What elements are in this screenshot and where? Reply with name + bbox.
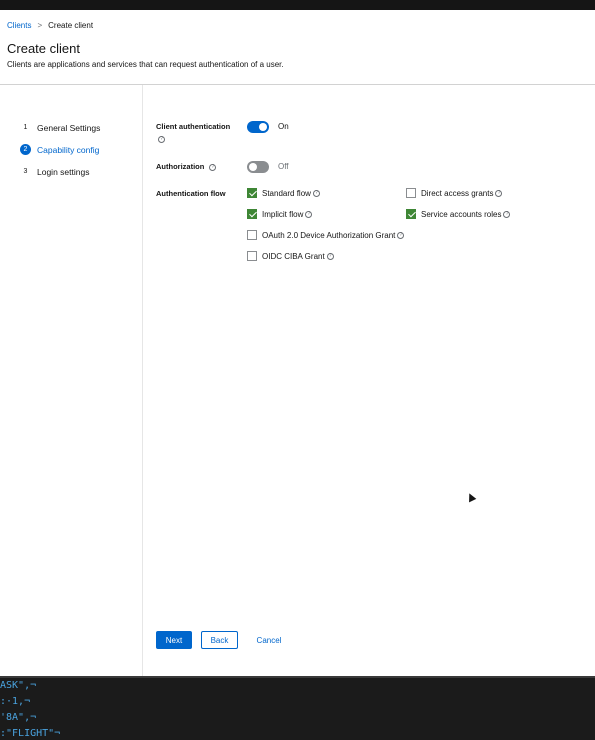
checkbox-label: Direct access grants <box>421 188 494 198</box>
checkbox-label: OIDC CIBA Grant <box>262 251 325 261</box>
authorization-label: Authorization ? <box>156 162 217 171</box>
client-auth-toggle[interactable] <box>247 121 269 133</box>
step-number: 3 <box>23 168 28 175</box>
page-subtitle: Clients are applications and services th… <box>7 60 284 69</box>
terminal-line: :·1,¬ <box>0 696 31 707</box>
oidc-ciba-grant-checkbox[interactable]: OIDC CIBA Grant ? <box>247 251 334 261</box>
step-label: General Settings <box>37 122 101 133</box>
direct-access-grants-checkbox[interactable]: Direct access grants ? <box>406 188 503 198</box>
terminal-panel: ASK",¬ :·1,¬ '8A",¬ :"FLIGHT"¬ <box>0 676 595 740</box>
checkbox-box <box>406 188 416 198</box>
chevron-right-icon: > <box>37 21 43 30</box>
page-title: Create client <box>7 41 80 56</box>
help-icon[interactable]: ? <box>503 210 511 218</box>
help-icon[interactable]: ? <box>326 252 334 260</box>
wizard-step-general-settings[interactable]: 1 General Settings <box>20 122 101 133</box>
check-icon <box>406 209 416 219</box>
check-icon <box>247 188 257 198</box>
step-label: Login settings <box>37 166 90 177</box>
terminal-line: ASK",¬ <box>0 680 37 691</box>
app-window: Clients > Create client Create client Cl… <box>0 10 595 676</box>
client-auth-state: On <box>278 122 289 131</box>
client-auth-label: Client authentication <box>156 122 231 131</box>
help-icon[interactable]: ? <box>209 163 217 171</box>
checkbox-label: Implicit flow <box>262 209 304 219</box>
back-button[interactable]: Back <box>201 631 238 649</box>
help-icon[interactable]: ? <box>158 136 165 143</box>
breadcrumb-clients-link[interactable]: Clients <box>7 21 31 30</box>
next-button[interactable]: Next <box>156 631 192 649</box>
oauth-device-grant-checkbox[interactable]: OAuth 2.0 Device Authorization Grant ? <box>247 230 405 240</box>
standard-flow-checkbox[interactable]: Standard flow ? <box>247 188 320 198</box>
wizard-nav: 1 General Settings 2 Capability config 3… <box>0 85 143 676</box>
checkbox-label: Standard flow <box>262 188 311 198</box>
toggle-knob <box>259 123 267 131</box>
cancel-button[interactable]: Cancel <box>250 631 288 649</box>
page-header: Clients > Create client Create client Cl… <box>0 10 595 85</box>
authorization-label-text: Authorization <box>156 162 205 171</box>
checkbox-box <box>247 230 257 240</box>
toggle-knob <box>249 163 257 171</box>
step-number: 1 <box>23 124 28 131</box>
help-icon[interactable]: ? <box>495 189 503 197</box>
step-label: Capability config <box>37 144 100 155</box>
terminal-line: '8A",¬ <box>0 712 37 723</box>
wizard-step-login-settings[interactable]: 3 Login settings <box>20 166 90 177</box>
checkbox-label: OAuth 2.0 Device Authorization Grant <box>262 230 396 240</box>
auth-flow-label: Authentication flow <box>156 189 226 198</box>
step-number: 2 <box>20 144 31 155</box>
help-icon[interactable]: ? <box>312 189 320 197</box>
breadcrumb-current: Create client <box>48 21 94 30</box>
authorization-state: Off <box>278 162 289 171</box>
mouse-cursor-icon <box>465 491 477 503</box>
top-bar <box>0 0 595 10</box>
check-icon <box>247 209 257 219</box>
checkbox-box <box>247 251 257 261</box>
breadcrumb: Clients > Create client <box>7 21 93 30</box>
checkbox-label: Service accounts roles <box>421 209 502 219</box>
help-icon[interactable]: ? <box>397 231 405 239</box>
authorization-toggle[interactable] <box>247 161 269 173</box>
service-accounts-roles-checkbox[interactable]: Service accounts roles ? <box>406 209 511 219</box>
wizard-step-capability-config[interactable]: 2 Capability config <box>20 144 99 155</box>
help-icon[interactable]: ? <box>305 210 313 218</box>
implicit-flow-checkbox[interactable]: Implicit flow ? <box>247 209 313 219</box>
terminal-line: :"FLIGHT"¬ <box>0 728 61 739</box>
